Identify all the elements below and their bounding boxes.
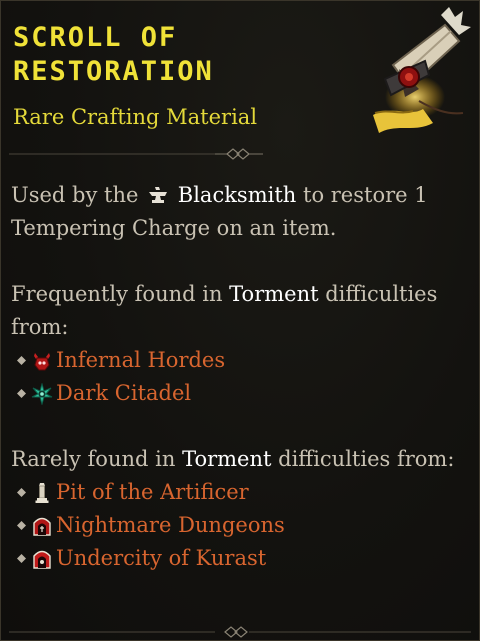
item-title-line-1: SCROLL OF (13, 22, 178, 53)
rare-source-list: Pit of the Artificer Nightmare Dungeons (11, 476, 463, 575)
item-title-line-2: RESTORATION (13, 56, 214, 87)
item-title: SCROLL OF RESTORATION (13, 21, 214, 89)
vendor-name: Blacksmith (177, 183, 297, 207)
item-tooltip: SCROLL OF RESTORATION Rare Crafting Mate… (0, 0, 480, 641)
anvil-icon (149, 187, 168, 203)
diamond-bullet-icon (17, 554, 26, 563)
usage-text: Used by the Blacksmith to restore 1 Temp… (11, 183, 428, 240)
rare-drop-text: Rarely found in Torment difficulties fro… (11, 447, 455, 471)
diamond-bullet-icon (17, 521, 26, 530)
diamond-bullet-icon (17, 356, 26, 365)
dark-citadel-icon (31, 382, 53, 405)
header-divider (9, 148, 263, 160)
footer-divider (9, 626, 471, 638)
list-item[interactable]: Pit of the Artificer (11, 476, 463, 509)
scroll-item-icon (373, 7, 471, 133)
item-rarity-type: Rare Crafting Material (13, 105, 258, 129)
list-item[interactable]: Undercity of Kurast (11, 542, 463, 575)
item-description: Used by the Blacksmith to restore 1 Temp… (11, 179, 463, 575)
diamond-bullet-icon (17, 488, 26, 497)
infernal-hordes-icon (34, 352, 50, 370)
list-item[interactable]: Infernal Hordes (11, 344, 463, 377)
rare-difficulty: Torment (182, 447, 272, 471)
list-item[interactable]: Nightmare Dungeons (11, 509, 463, 542)
frequent-drop-text: Frequently found in Torment difficulties… (11, 282, 438, 339)
frequent-difficulty: Torment (229, 282, 319, 306)
obelisk-icon (35, 482, 49, 503)
diamond-bullet-icon (17, 389, 26, 398)
list-item[interactable]: Dark Citadel (11, 377, 463, 410)
frequent-source-list: Infernal Hordes Dark Citadel (11, 344, 463, 410)
nightmare-dungeon-icon (33, 517, 51, 536)
undercity-icon (33, 550, 51, 569)
